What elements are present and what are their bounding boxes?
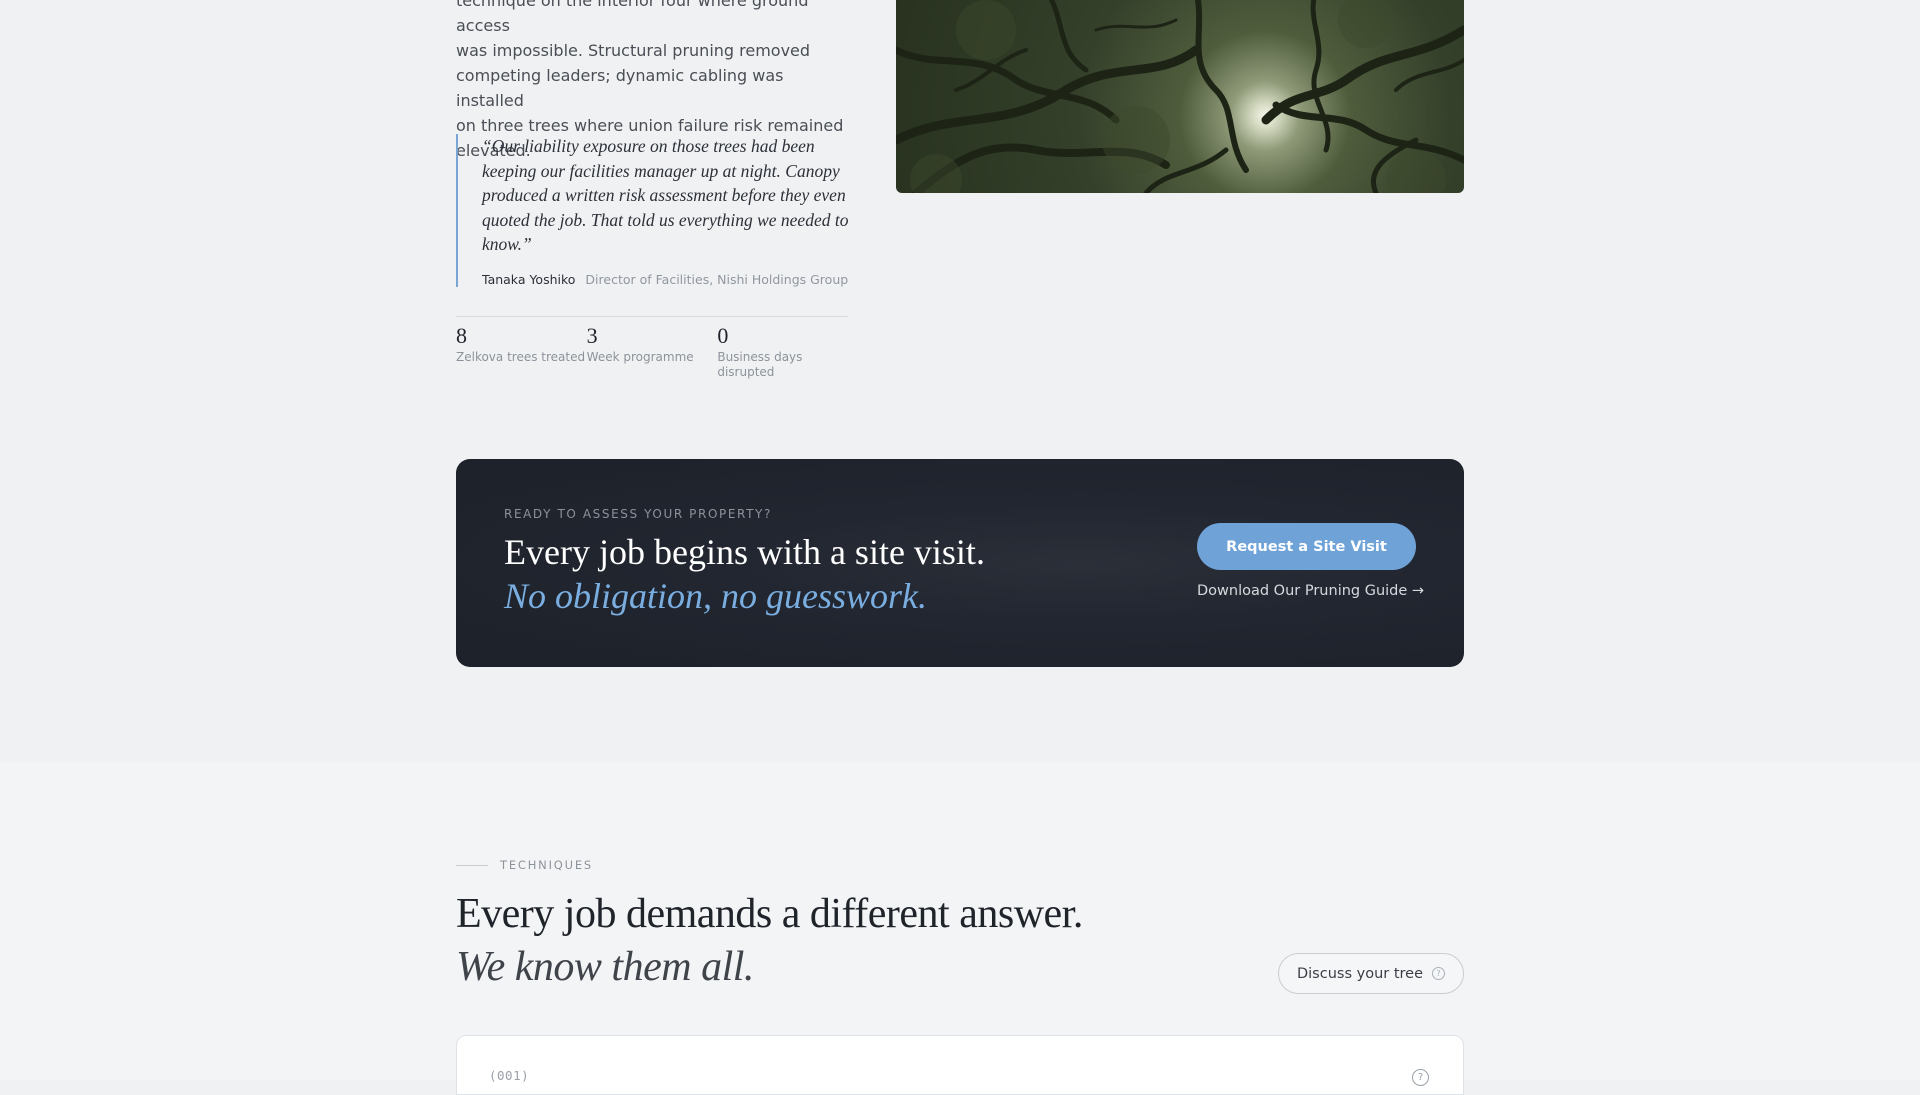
quote-author-role: Director of Facilities, Nishi Holdings G… (585, 271, 849, 287)
stat-item: 0 Business days disrupted (717, 317, 848, 380)
case-study-stats: 8 Zelkova trees treated 3 Week programme… (456, 316, 848, 380)
paragraph-line: competing leaders; dynamic cabling was i… (456, 66, 784, 110)
tree-canopy-photo (896, 0, 1464, 193)
paragraph-line: technique on the interior four where gro… (456, 0, 809, 35)
quote-text: “Our liability exposure on those trees h… (482, 136, 849, 254)
quote-attribution: Tanaka Yoshiko Director of Facilities, N… (482, 272, 850, 287)
section-eyebrow: TECHNIQUES (456, 858, 593, 872)
technique-number: (001) (489, 1068, 530, 1083)
discuss-your-tree-button[interactable]: Discuss your tree ? (1278, 953, 1464, 994)
cta-title: Every job begins with a site visit. (504, 532, 985, 572)
site-visit-cta: READY TO ASSESS YOUR PROPERTY? Every job… (456, 459, 1464, 667)
stat-item: 3 Week programme (587, 317, 718, 380)
cta-eyebrow: READY TO ASSESS YOUR PROPERTY? (504, 507, 772, 521)
testimonial-quote: “Our liability exposure on those trees h… (456, 134, 850, 287)
paragraph-line: was impossible. Structural pruning remov… (456, 41, 811, 60)
discuss-button-label: Discuss your tree (1296, 965, 1423, 982)
stat-value: 0 (717, 323, 729, 348)
quote-author-name: Tanaka Yoshiko (482, 271, 576, 287)
stat-item: 8 Zelkova trees treated (456, 317, 587, 380)
stat-value: 3 (586, 323, 598, 348)
canopy-branches-graphic (896, 0, 1464, 193)
section-title: Every job demands a different answer. (456, 891, 1083, 937)
techniques-section: TECHNIQUES Every job demands a different… (0, 762, 1920, 1095)
stat-label: Business days disrupted (717, 350, 803, 379)
request-site-visit-button[interactable]: Request a Site Visit (1197, 523, 1416, 570)
help-icon: ? (1432, 967, 1445, 980)
section-eyebrow-label: TECHNIQUES (500, 858, 593, 872)
stat-label: Zelkova trees treated (456, 350, 586, 364)
section-subtitle: We know them all. (456, 944, 754, 990)
eyebrow-rule (456, 864, 488, 866)
help-icon[interactable]: ? (1412, 1069, 1429, 1086)
technique-card[interactable]: (001) ? (456, 1035, 1464, 1095)
download-pruning-guide-link[interactable]: Download Our Pruning Guide → (1197, 583, 1424, 599)
stat-label: Week programme (586, 350, 694, 364)
cta-subtitle: No obligation, no guesswork. (504, 576, 928, 616)
stat-value: 8 (456, 323, 467, 348)
